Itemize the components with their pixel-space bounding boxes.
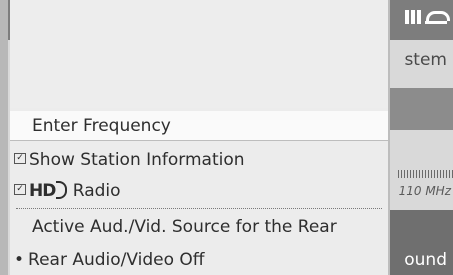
- phone-icon: [425, 10, 450, 24]
- menu-section-label: Active Aud./Vid. Source for the Rear: [32, 217, 337, 237]
- background-partial-label-sound[interactable]: ound: [404, 250, 447, 270]
- options-menu: Enter Frequency ✓ Show Station Informatio…: [10, 0, 390, 275]
- signal-strength-icon: [405, 10, 421, 24]
- left-edge: [0, 0, 8, 275]
- menu-empty-area: [10, 0, 388, 108]
- checkbox-checked-icon: ✓: [14, 153, 26, 164]
- menu-item-enter-frequency[interactable]: Enter Frequency: [10, 111, 388, 141]
- menu-item-rear-audio-video-off[interactable]: • Rear Audio/Video Off: [10, 245, 388, 275]
- menu-item-label: Enter Frequency: [32, 116, 171, 136]
- menu-item-label: Show Station Information: [29, 150, 245, 170]
- menu-item-show-station-information[interactable]: ✓ Show Station Information: [10, 145, 388, 175]
- background-partial-label: stem: [404, 50, 447, 70]
- hd-radio-logo-icon: HD: [29, 180, 68, 201]
- menu-divider: [16, 208, 382, 209]
- selected-bullet-icon: •: [14, 250, 25, 270]
- menu-item-hd-radio[interactable]: ✓ HD Radio: [10, 176, 388, 206]
- menu-item-label: Rear Audio/Video Off: [28, 250, 205, 270]
- menu-section-rear-source: Active Aud./Vid. Source for the Rear: [10, 212, 388, 242]
- frequency-scale: [398, 170, 453, 178]
- frequency-scale-label: 110 MHz: [398, 184, 451, 198]
- checkbox-checked-icon: ✓: [14, 184, 26, 195]
- status-icons: [405, 10, 450, 24]
- menu-item-label: Radio: [72, 181, 121, 201]
- background-band: [388, 88, 453, 130]
